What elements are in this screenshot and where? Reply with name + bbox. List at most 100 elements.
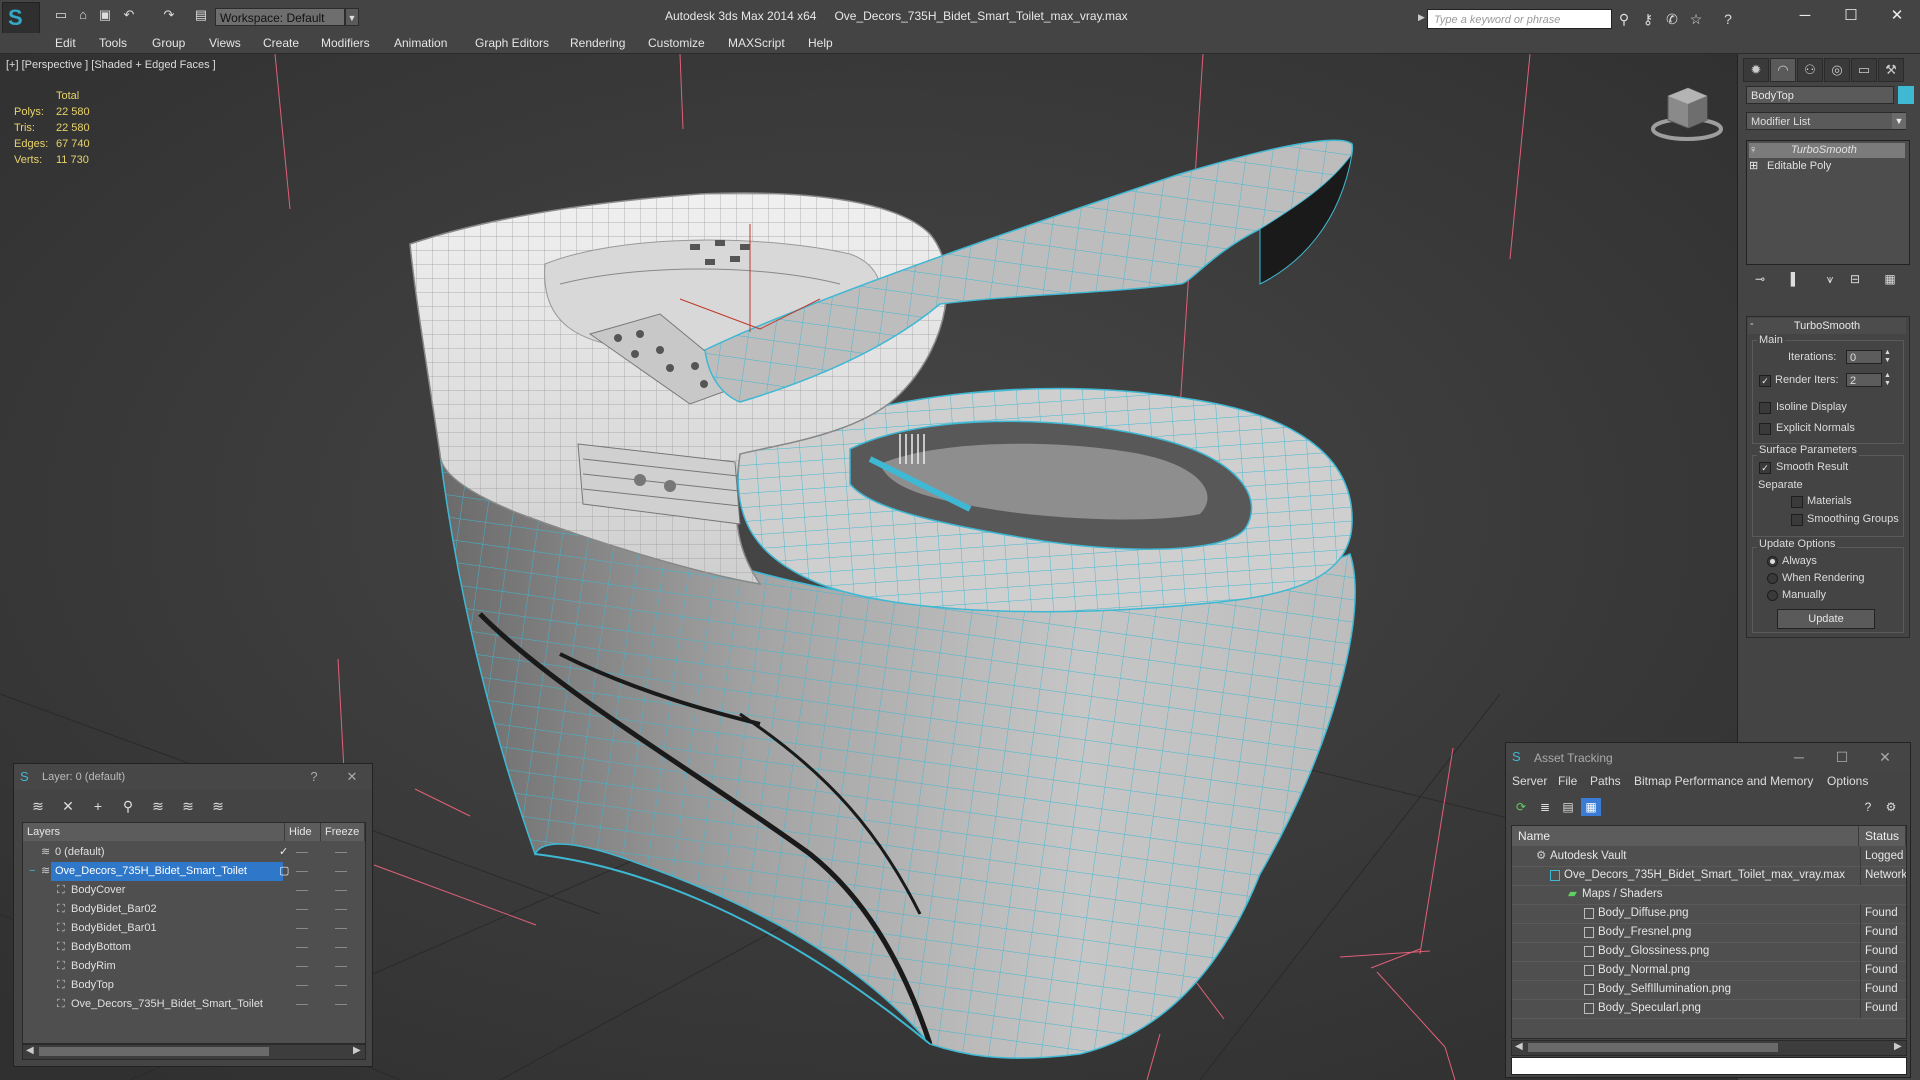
utilities-tab-icon[interactable]: ⚒: [1878, 58, 1904, 82]
menu-help[interactable]: Help: [808, 36, 833, 50]
freeze-toggle[interactable]: [335, 966, 347, 967]
redo-icon[interactable]: ↷: [160, 7, 178, 23]
collapse-minus-icon[interactable]: -: [1750, 318, 1754, 330]
binoculars-icon[interactable]: ⚲: [1614, 10, 1634, 28]
menu-maxscript[interactable]: MAXScript: [728, 36, 785, 50]
settings-gear-icon[interactable]: ⚙: [1881, 798, 1901, 816]
stack-item-editable-poly[interactable]: ⊞ Editable Poly: [1749, 159, 1905, 174]
freeze-toggle[interactable]: [335, 947, 347, 948]
select-objects-icon[interactable]: ⚲: [117, 796, 139, 816]
asset-tracking-titlebar[interactable]: S Asset Tracking ─ ☐ ✕: [1506, 743, 1910, 771]
scroll-right-icon[interactable]: ▶: [1894, 1041, 1902, 1052]
explicit-normals-checkbox[interactable]: [1759, 423, 1771, 435]
open-file-icon[interactable]: ⌂: [74, 7, 92, 23]
modify-tab-icon[interactable]: ◠: [1770, 58, 1796, 82]
spinner-arrows-icon[interactable]: ▲ ▼: [1884, 349, 1891, 365]
scroll-left-icon[interactable]: ◀: [1515, 1041, 1523, 1052]
hide-toggle[interactable]: [296, 890, 308, 891]
collapse-minus-icon[interactable]: −: [29, 862, 35, 881]
close-icon[interactable]: ✕: [342, 768, 362, 786]
asset-row[interactable]: Body_Fresnel.png Found: [1512, 923, 1906, 943]
column-header-status[interactable]: Status: [1859, 826, 1906, 846]
lightbulb-icon[interactable]: ♀: [1749, 143, 1761, 158]
menu-animation[interactable]: Animation: [394, 36, 447, 50]
scrollbar-thumb[interactable]: [1528, 1043, 1778, 1052]
asset-row[interactable]: ⚙Autodesk Vault Logged O: [1512, 847, 1906, 867]
menu-tools[interactable]: Tools: [99, 36, 127, 50]
rollout-header[interactable]: TurboSmooth: [1748, 318, 1906, 334]
layer-window-titlebar[interactable]: S Layer: 0 (default) ? ✕: [14, 764, 372, 790]
hide-toggle[interactable]: [296, 871, 308, 872]
hide-toggle[interactable]: [296, 966, 308, 967]
workspace-dropdown[interactable]: Workspace: Default: [215, 8, 345, 26]
horizontal-scrollbar[interactable]: ◀ ▶: [22, 1044, 366, 1060]
hide-toggle[interactable]: [296, 928, 308, 929]
asset-row[interactable]: Body_SelfIllumination.png Found: [1512, 980, 1906, 1000]
menu-create[interactable]: Create: [263, 36, 299, 50]
asset-row[interactable]: Ove_Decors_735H_Bidet_Smart_Toilet_max_v…: [1512, 866, 1906, 886]
configure-sets-icon[interactable]: ▦: [1880, 270, 1900, 288]
column-header-hide[interactable]: Hide: [285, 823, 321, 841]
menu-modifiers[interactable]: Modifiers: [321, 36, 370, 50]
asset-row[interactable]: Body_Normal.png Found: [1512, 961, 1906, 981]
layer-row[interactable]: ⛶ BodyRim: [23, 957, 365, 976]
project-folder-icon[interactable]: ▤: [192, 7, 210, 23]
undo-icon[interactable]: ↶: [120, 7, 138, 23]
hide-toggle[interactable]: [296, 947, 308, 948]
hide-toggle[interactable]: [296, 909, 308, 910]
make-unique-icon[interactable]: ⩛: [1820, 270, 1840, 288]
column-header-layers[interactable]: Layers: [23, 823, 285, 841]
highlight-selected-icon[interactable]: ≋: [147, 796, 169, 816]
freeze-toggle[interactable]: [335, 985, 347, 986]
maximize-icon[interactable]: ☐: [1836, 6, 1866, 26]
delete-layer-icon[interactable]: ✕: [57, 796, 79, 816]
object-color-swatch[interactable]: [1898, 86, 1914, 104]
freeze-toggle[interactable]: [335, 890, 347, 891]
layer-row[interactable]: ⛶ BodyTop: [23, 976, 365, 995]
menu-customize[interactable]: Customize: [648, 36, 705, 50]
freeze-toggle[interactable]: [335, 1004, 347, 1005]
always-radio[interactable]: [1767, 556, 1778, 567]
minimize-icon[interactable]: ─: [1786, 748, 1812, 766]
close-icon[interactable]: ✕: [1872, 748, 1898, 766]
render-iters-checkbox[interactable]: ✓: [1759, 375, 1771, 387]
layer-row[interactable]: ⛶ BodyBidet_Bar02: [23, 900, 365, 919]
menu-bitmap-performance[interactable]: Bitmap Performance and Memory: [1634, 774, 1813, 788]
render-iters-spinner[interactable]: 2: [1846, 373, 1882, 387]
freeze-toggle[interactable]: [335, 852, 347, 853]
menu-options[interactable]: Options: [1827, 774, 1868, 788]
column-header-name[interactable]: Name: [1512, 826, 1859, 846]
hierarchy-tab-icon[interactable]: ⚇: [1797, 58, 1823, 82]
checkbox-icon[interactable]: ▢: [279, 862, 289, 881]
menu-paths[interactable]: Paths: [1590, 774, 1621, 788]
help-icon[interactable]: ?: [1858, 798, 1878, 816]
expand-arrow-icon[interactable]: ▶: [1418, 12, 1425, 23]
create-tab-icon[interactable]: ✹: [1743, 58, 1769, 82]
menu-graph-editors[interactable]: Graph Editors: [475, 36, 549, 50]
asset-row[interactable]: Body_Specularl.png Found: [1512, 999, 1906, 1019]
hide-toggle[interactable]: [296, 1004, 308, 1005]
menu-server[interactable]: Server: [1512, 774, 1547, 788]
asset-row[interactable]: Body_Diffuse.png Found: [1512, 904, 1906, 924]
layer-row[interactable]: ⛶ Ove_Decors_735H_Bidet_Smart_Toilet: [23, 995, 365, 1014]
smooth-result-checkbox[interactable]: ✓: [1759, 462, 1771, 474]
table-view-icon[interactable]: ▦: [1581, 798, 1601, 816]
isoline-checkbox[interactable]: [1759, 402, 1771, 414]
layer-row-selected[interactable]: − ≋ Ove_Decors_735H_Bidet_Smart_Toilet ▢: [23, 862, 365, 881]
freeze-all-layers-icon[interactable]: ≋: [207, 796, 229, 816]
scroll-right-icon[interactable]: ▶: [353, 1045, 361, 1056]
stack-item-turbosmooth[interactable]: ♀ TurboSmooth: [1749, 143, 1905, 158]
help-icon[interactable]: ?: [1718, 10, 1738, 28]
refresh-icon[interactable]: ⟳: [1511, 798, 1531, 816]
new-layer-icon[interactable]: ≋: [27, 796, 49, 816]
list-view-icon[interactable]: ≣: [1535, 798, 1555, 816]
viewport-label[interactable]: [+] [Perspective ] [Shaded + Edged Faces…: [6, 59, 216, 71]
materials-checkbox[interactable]: [1791, 496, 1803, 508]
scroll-left-icon[interactable]: ◀: [26, 1045, 34, 1056]
show-end-result-icon[interactable]: ▌: [1785, 270, 1805, 288]
spinner-arrows-icon[interactable]: ▲ ▼: [1884, 372, 1891, 388]
new-file-icon[interactable]: ▭: [52, 7, 70, 23]
freeze-toggle[interactable]: [335, 928, 347, 929]
manually-radio[interactable]: [1767, 590, 1778, 601]
layer-row[interactable]: ⛶ BodyCover: [23, 881, 365, 900]
